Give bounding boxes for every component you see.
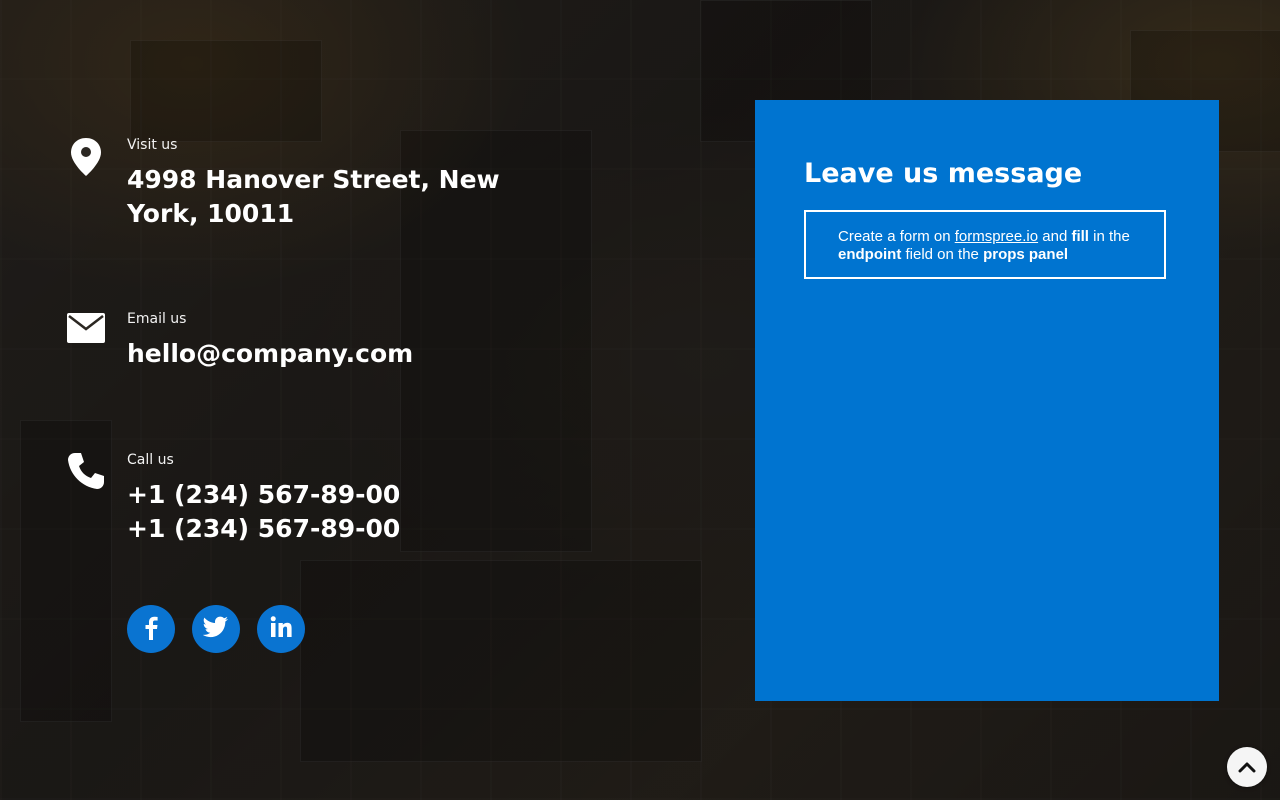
social-links — [127, 605, 305, 653]
form-setup-notice: Create a form on formspree.io and fill i… — [804, 210, 1166, 279]
phone-number-1[interactable]: +1 (234) 567-89-00 — [127, 478, 400, 512]
address-line-2: York, 10011 — [127, 199, 295, 228]
envelope-icon — [66, 310, 106, 350]
notice-bold-endpoint: endpoint — [838, 246, 902, 263]
notice-text: in the — [1088, 228, 1130, 245]
call-us-label: Call us — [127, 452, 174, 468]
notice-text: field on the — [901, 246, 984, 263]
address-line-1: 4998 Hanover Street, New — [127, 165, 500, 194]
phone-icon — [66, 451, 106, 491]
email-us-label: Email us — [127, 311, 187, 327]
twitter-button[interactable] — [192, 605, 240, 653]
notice-bold-props-panel: props panel — [983, 246, 1069, 263]
address-text: 4998 Hanover Street, New York, 10011 — [127, 163, 500, 231]
linkedin-button[interactable] — [257, 605, 305, 653]
visit-us-label: Visit us — [127, 137, 178, 153]
chevron-up-icon — [1238, 758, 1256, 777]
linkedin-icon — [269, 615, 293, 643]
message-panel: Leave us message Create a form on formsp… — [755, 100, 1219, 701]
notice-text: Create a form on — [838, 228, 955, 245]
facebook-icon — [140, 614, 162, 644]
twitter-icon — [202, 616, 229, 642]
contact-info: Visit us 4998 Hanover Street, New York, … — [0, 0, 740, 800]
facebook-button[interactable] — [127, 605, 175, 653]
panel-title: Leave us message — [804, 158, 1083, 189]
scroll-to-top-button[interactable] — [1227, 747, 1267, 787]
notice-text: and — [1038, 228, 1072, 245]
map-pin-icon — [66, 136, 106, 176]
formspree-link[interactable]: formspree.io — [955, 228, 1038, 245]
phone-numbers: +1 (234) 567-89-00 +1 (234) 567-89-00 — [127, 478, 400, 546]
email-value[interactable]: hello@company.com — [127, 337, 413, 371]
phone-number-2[interactable]: +1 (234) 567-89-00 — [127, 512, 400, 546]
notice-bold-fill: fill — [1071, 228, 1089, 245]
